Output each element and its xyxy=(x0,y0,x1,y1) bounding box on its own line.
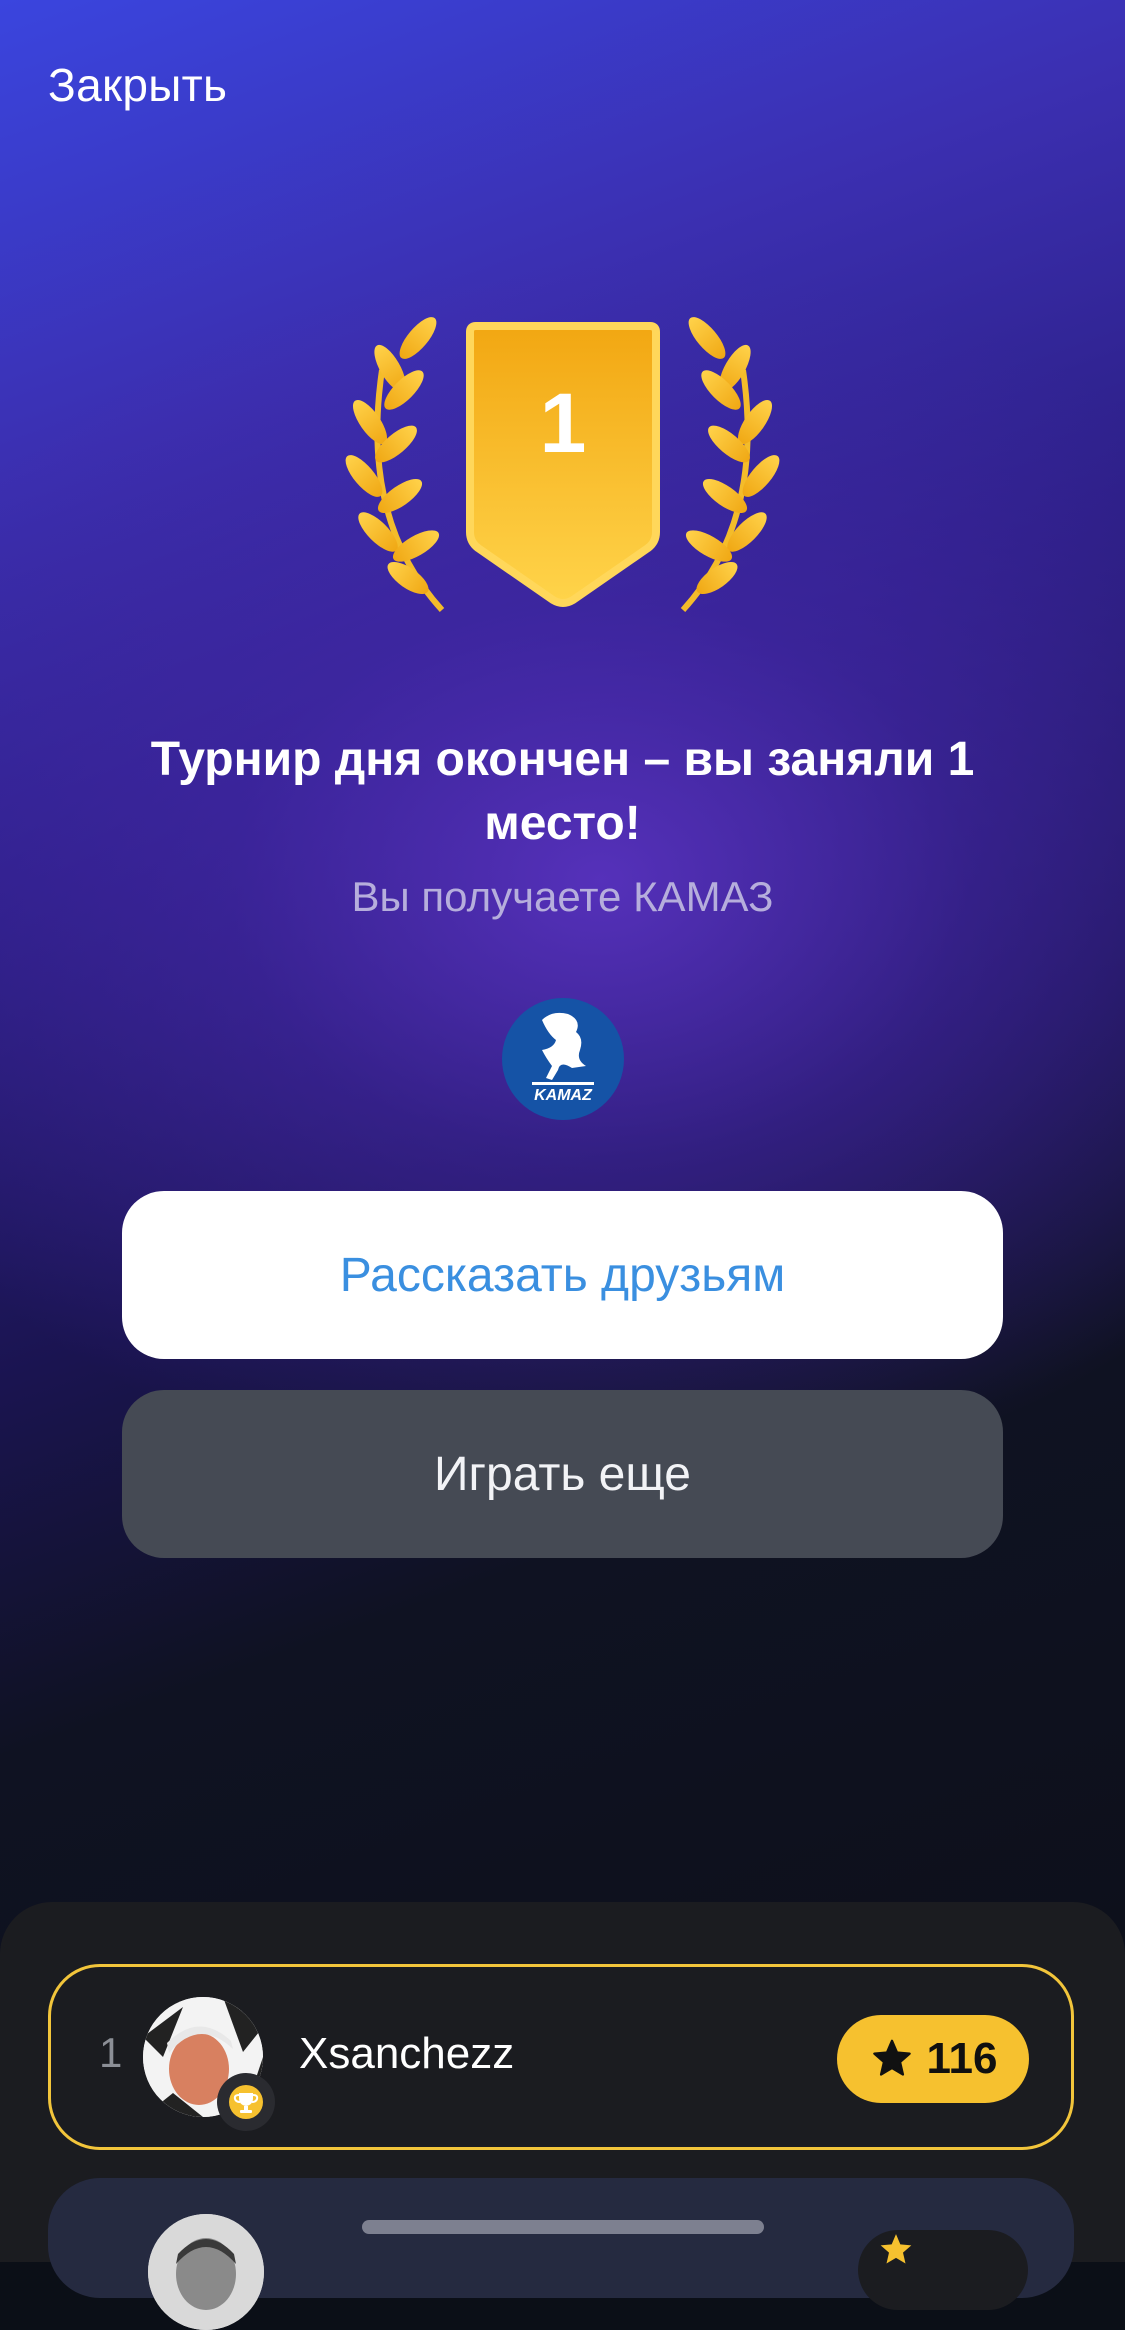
laurel-right-icon xyxy=(680,317,780,613)
leaderboard-row[interactable]: 1 Xsanchezz 116 xyxy=(48,1964,1074,2150)
kamaz-logo: KAMAZ xyxy=(502,998,624,1120)
close-button[interactable]: Закрыть xyxy=(48,58,227,112)
star-icon xyxy=(872,2039,911,2076)
place-number: 1 xyxy=(540,376,587,470)
score-badge xyxy=(858,2230,1028,2310)
share-with-friends-button[interactable]: Рассказать друзьям xyxy=(122,1191,1003,1359)
rank-number: 1 xyxy=(99,2029,123,2076)
trophy-icon xyxy=(217,2073,275,2131)
place-badge: 1 xyxy=(330,310,795,620)
star-icon xyxy=(880,2234,912,2264)
score-badge: 116 xyxy=(837,2015,1029,2103)
home-indicator[interactable] xyxy=(362,2220,764,2234)
prize-subtitle: Вы получаете КАМАЗ xyxy=(351,873,774,920)
avatar xyxy=(148,2214,264,2330)
result-title: Турнир дня окончен – вы заняли 1 место! xyxy=(150,733,975,850)
laurel-left-icon xyxy=(345,317,445,613)
kamaz-logo-text: KAMAZ xyxy=(534,1087,593,1104)
score-value: 116 xyxy=(926,2034,998,2083)
play-again-button[interactable]: Играть еще xyxy=(122,1390,1003,1558)
username: Xsanchezz xyxy=(299,2029,515,2078)
leaderboard-row[interactable] xyxy=(48,2178,1074,2330)
